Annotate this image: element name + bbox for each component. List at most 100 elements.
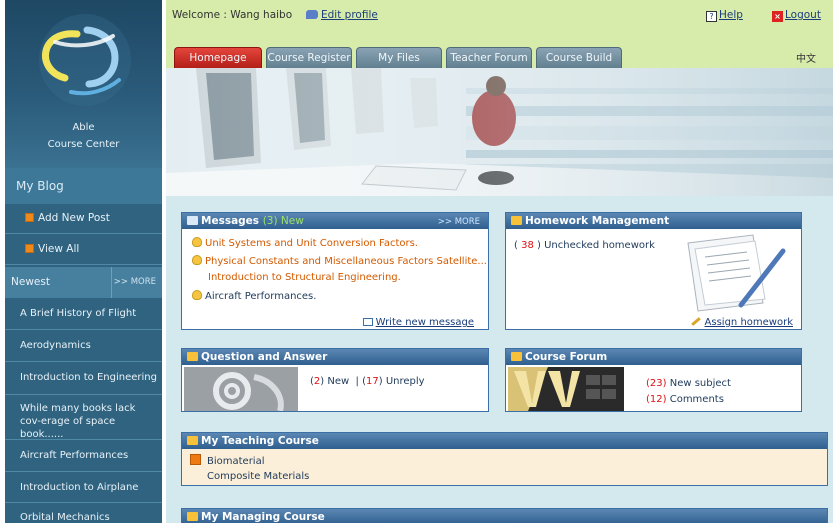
homework-panel: Homework Management ( 38 ) Unchecked hom… <box>505 212 802 330</box>
forum-new-subject-link[interactable]: (23) New subject <box>646 376 731 392</box>
logout-link[interactable]: × Logout <box>772 9 821 22</box>
blog-post-item[interactable]: Aerodynamics <box>5 330 162 362</box>
qa-new-count: 2 <box>313 376 321 387</box>
tab-course-build[interactable]: Course Build <box>536 47 622 68</box>
course-item[interactable]: Composite Materials <box>207 471 309 482</box>
top-bar: Welcome : Wang haibo Edit profile ? Help … <box>166 0 833 44</box>
edit-profile-label: Edit profile <box>321 9 378 21</box>
managing-course-header: My Managing Course <box>182 509 827 523</box>
qa-header: Question and Answer <box>182 349 488 365</box>
homework-header: Homework Management <box>506 213 801 229</box>
qa-counts: (2) New | (17) Unreply <box>310 376 425 387</box>
unchecked-homework-count: 38 <box>521 240 534 251</box>
banner-image <box>166 68 833 196</box>
newest-bar: Newest >> MORE <box>5 267 162 298</box>
qa-unreply-count: 17 <box>366 376 379 387</box>
messages-header: Messages (3) New >> MORE <box>182 213 488 229</box>
tab-homepage[interactable]: Homepage <box>174 47 262 68</box>
folder-icon <box>187 512 198 521</box>
forum-counts: (23) New subject (12) Comments <box>646 376 731 408</box>
course-icon <box>190 454 201 465</box>
pencil-icon <box>690 317 701 326</box>
course-forum-panel: Course Forum (23) New subject (12) Comme… <box>505 348 802 412</box>
logo-subtitle: Course Center <box>47 139 120 150</box>
managing-course-panel: My Managing Course <box>181 508 828 523</box>
chat-bubble-icon <box>511 352 522 361</box>
qa-title: Question and Answer <box>201 351 328 363</box>
qa-panel: Question and Answer (2) New | (17) Unrep… <box>181 348 489 412</box>
messages-more-link[interactable]: >> MORE <box>438 216 480 228</box>
tab-course-register[interactable]: Course Register <box>266 47 352 68</box>
language-switch[interactable]: 中文 <box>796 50 816 65</box>
qa-unreply-link[interactable]: Unreply <box>386 376 425 387</box>
folder-icon <box>511 216 522 225</box>
forum-subject-count: (23) <box>646 378 667 389</box>
blog-post-item[interactable]: Introduction to Engineering <box>5 362 162 395</box>
bulb-icon <box>192 255 202 265</box>
help-label: Help <box>719 9 743 21</box>
logout-label: Logout <box>785 9 821 21</box>
managing-course-title: My Managing Course <box>201 511 325 523</box>
welcome-text: Welcome : Wang haibo <box>172 9 293 21</box>
list-icon <box>25 244 34 253</box>
unchecked-homework-link[interactable]: ( 38 ) Unchecked homework <box>514 240 655 251</box>
course-forum-header: Course Forum <box>506 349 801 365</box>
newest-label: Newest <box>11 276 50 288</box>
at-sign-illustration <box>184 367 298 411</box>
able-logo-icon <box>39 14 131 106</box>
sidebar: Able Course Center My Blog Add New Post … <box>5 0 162 523</box>
tab-teacher-forum[interactable]: Teacher Forum <box>446 47 532 68</box>
pencil-note-icon <box>362 318 373 326</box>
logo-title: Able <box>72 122 95 133</box>
course-item[interactable]: Biomaterial <box>190 454 265 467</box>
messages-panel: Messages (3) New >> MORE Unit Systems an… <box>181 212 489 330</box>
message-item[interactable]: Physical Constants and Miscellaneous Fac… <box>192 255 487 267</box>
messages-new-count: (3) New <box>262 215 304 227</box>
forum-comments-count: (12) <box>646 394 667 405</box>
add-new-post-link[interactable]: Add New Post <box>5 204 162 234</box>
logout-icon: × <box>772 11 783 22</box>
envelope-icon <box>187 352 198 361</box>
tab-bar: Homepage Course Register My Files Teache… <box>166 44 833 68</box>
add-new-post-label: Add New Post <box>38 212 110 224</box>
edit-profile-icon <box>306 10 318 19</box>
blog-post-item[interactable]: While many books lack cov-erage of space… <box>5 395 162 440</box>
tag-icon <box>187 216 198 225</box>
view-all-label: View All <box>38 243 80 255</box>
messages-title: Messages <box>201 215 260 227</box>
keyboard-www-illustration <box>508 367 624 411</box>
help-link[interactable]: ? Help <box>706 9 743 22</box>
dashboard-content: Messages (3) New >> MORE Unit Systems an… <box>166 196 833 523</box>
blog-post-item[interactable]: Orbital Mechanics <box>5 503 162 523</box>
forum-comments-link[interactable]: (12) Comments <box>646 392 731 408</box>
logo-area: Able Course Center <box>5 0 162 168</box>
edit-profile-link[interactable]: Edit profile <box>306 9 378 21</box>
qa-new-link[interactable]: New <box>327 376 349 387</box>
newest-divider <box>111 267 112 298</box>
course-forum-title: Course Forum <box>525 351 608 363</box>
view-all-link[interactable]: View All <box>5 235 162 265</box>
write-new-message-link[interactable]: Write new message <box>362 317 474 328</box>
message-item[interactable]: Aircraft Performances. <box>192 290 316 302</box>
homework-title: Homework Management <box>525 215 670 227</box>
newest-more-link[interactable]: >> MORE <box>114 277 156 287</box>
tab-my-files[interactable]: My Files <box>356 47 442 68</box>
documents-pen-icon <box>687 234 786 312</box>
teaching-course-header: My Teaching Course <box>182 433 827 449</box>
computer-lab-illustration <box>166 68 833 196</box>
folder-icon <box>187 436 198 445</box>
message-item[interactable]: Introduction to Structural Engineering. <box>192 272 401 283</box>
blog-post-item[interactable]: Introduction to Airplane <box>5 472 162 503</box>
bulb-icon <box>192 290 202 300</box>
blog-post-item[interactable]: A Brief History of Flight <box>5 298 162 330</box>
blog-header: My Blog <box>5 168 162 204</box>
bulb-icon <box>192 237 202 247</box>
teaching-course-title: My Teaching Course <box>201 435 319 447</box>
unchecked-homework-label: Unchecked homework <box>544 240 655 251</box>
message-item[interactable]: Unit Systems and Unit Conversion Factors… <box>192 237 418 249</box>
teaching-course-panel: My Teaching Course Biomaterial Composite… <box>181 432 828 486</box>
help-icon: ? <box>706 11 717 22</box>
plus-icon <box>25 213 34 222</box>
assign-homework-link[interactable]: Assign homework <box>690 317 793 328</box>
blog-post-item[interactable]: Aircraft Performances <box>5 440 162 472</box>
